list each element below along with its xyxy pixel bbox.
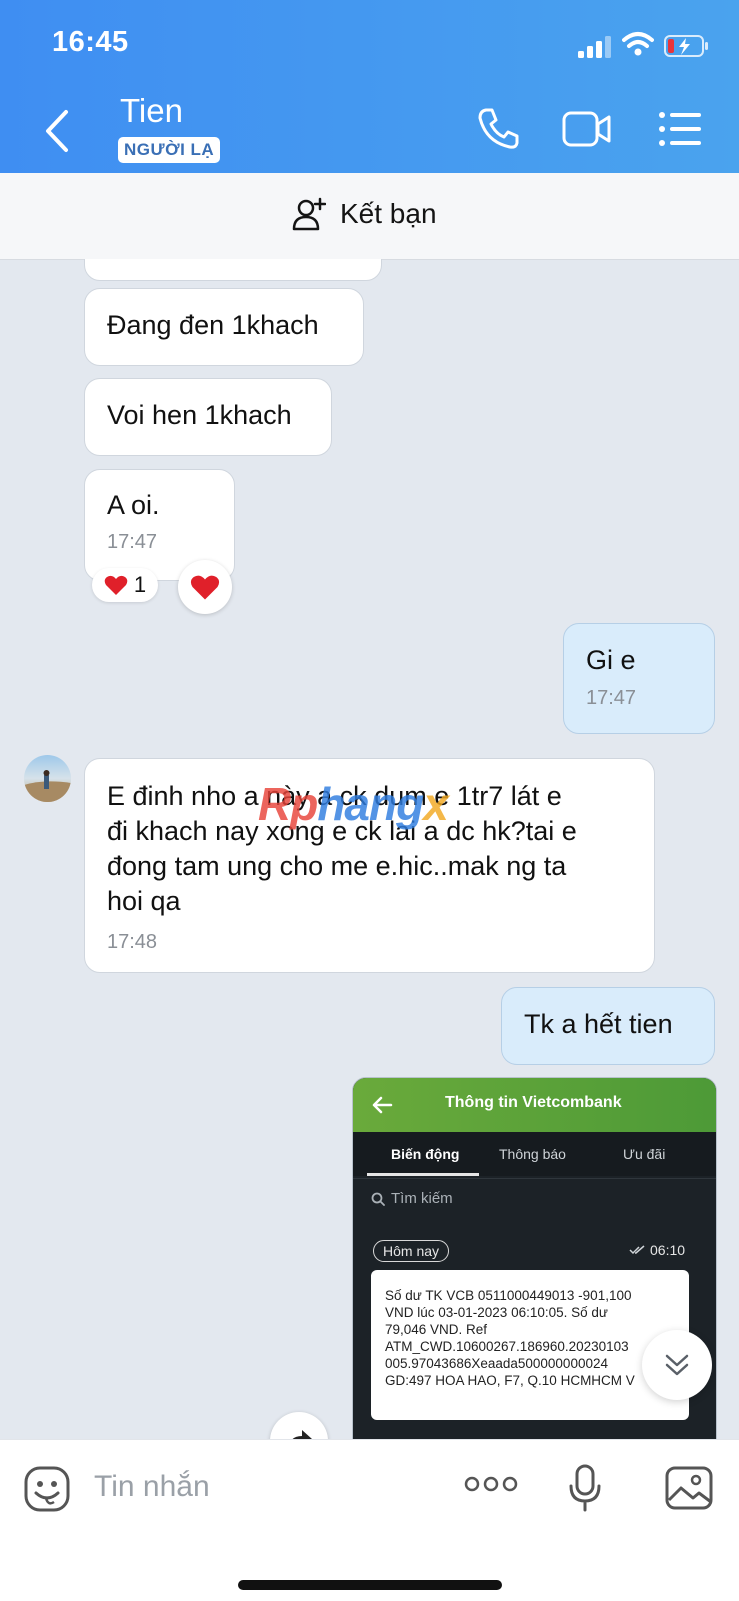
message-text: A oi. (107, 490, 160, 520)
message-time: 17:47 (586, 687, 637, 709)
arrow-left-icon (372, 1096, 393, 1114)
sticker-icon[interactable] (24, 1466, 70, 1512)
message-bubble-partial[interactable] (84, 259, 382, 281)
image-card-line: Số dư TK VCB 0511000449013 -901,100 (385, 1288, 632, 1303)
message-input[interactable]: Tin nhắn (94, 1470, 210, 1504)
signal-icon (578, 36, 611, 58)
watermark: Rphangx (258, 778, 449, 830)
image-notification-card: Số dư TK VCB 0511000449013 -901,100 VND … (371, 1270, 689, 1420)
image-divider (353, 1178, 716, 1179)
scroll-to-bottom-button[interactable] (642, 1330, 712, 1400)
microphone-icon[interactable] (568, 1464, 602, 1512)
message-text-line-4: hoi qa (107, 886, 181, 916)
image-search-text: Tìm kiếm (391, 1190, 453, 1207)
image-app-bar: Thông tin Vietcombank (353, 1078, 716, 1132)
message-bubble[interactable]: Đang đen 1khach (84, 288, 364, 366)
message-text: Đang đen 1khach (107, 310, 319, 340)
message-text: Gi e (586, 645, 636, 675)
contact-name[interactable]: Tien (120, 92, 183, 130)
double-chevron-down-icon (665, 1354, 689, 1376)
image-card-line: ATM_CWD.10600267.186960.20230103 (385, 1339, 629, 1354)
heart-icon (190, 575, 220, 600)
image-time-text: 06:10 (650, 1242, 686, 1258)
more-options-icon[interactable] (464, 1476, 518, 1492)
image-card-line: VND lúc 03-01-2023 06:10:05. Số dư (385, 1305, 608, 1320)
image-search: Tìm kiếm (371, 1190, 453, 1207)
message-text: Tk a hết tien (524, 1009, 673, 1039)
my-message-bubble[interactable]: Gi e 17:47 (563, 623, 715, 734)
message-time: 17:47 (107, 531, 158, 553)
heart-icon (104, 575, 128, 595)
message-time: 17:48 (107, 931, 158, 953)
home-indicator (238, 1580, 502, 1590)
image-tab: Ưu đãi (623, 1146, 666, 1162)
video-call-icon[interactable] (562, 110, 612, 148)
battery-icon (664, 35, 708, 57)
double-check-icon (629, 1245, 645, 1255)
reaction-summary[interactable]: 1 (92, 568, 158, 602)
back-icon[interactable] (40, 108, 74, 154)
message-bubble[interactable]: Voi hen 1khach (84, 378, 332, 456)
image-tab-indicator (367, 1173, 479, 1176)
add-friend-icon (292, 197, 326, 231)
chat-header: 16:45 Tien NGƯỜI LẠ (0, 0, 739, 173)
message-list[interactable]: Đang đen 1khach Voi hen 1khach A oi. 17:… (0, 259, 739, 1439)
message-composer: Tin nhắn (0, 1439, 739, 1601)
image-card-line: 005.97043686Xeaada500000000024 (385, 1356, 608, 1371)
message-text: Voi hen 1khach (107, 400, 292, 430)
add-friend-label: Kết bạn (340, 198, 437, 229)
status-time: 16:45 (52, 26, 129, 58)
image-card-line: 79,046 VND. Ref (385, 1322, 488, 1337)
image-tab: Thông báo (499, 1146, 566, 1162)
avatar[interactable] (24, 755, 71, 802)
message-text-line-3: đong tam ung cho me e.hic..mak ng ta (107, 851, 567, 881)
image-card-line: GD:497 HOA HAO, F7, Q.10 HCMHCM V (385, 1373, 635, 1388)
menu-list-icon[interactable] (658, 111, 702, 147)
image-title: Thông tin Vietcombank (445, 1094, 622, 1111)
image-tabs: Biến động Thông báo Ưu đãi (353, 1132, 716, 1176)
avatar-photo-icon (24, 770, 71, 802)
reaction-count: 1 (133, 572, 147, 597)
image-time: 06:10 (629, 1242, 685, 1258)
search-icon (371, 1192, 385, 1206)
add-friend-bar[interactable]: Kết bạn (0, 173, 739, 260)
image-tab: Biến động (391, 1146, 460, 1162)
stranger-badge: NGƯỜI LẠ (118, 137, 221, 163)
my-message-bubble[interactable]: Tk a hết tien (501, 987, 715, 1065)
image-date-chip: Hôm nay (373, 1240, 450, 1262)
wifi-icon (622, 32, 654, 56)
phone-icon[interactable] (476, 106, 520, 150)
image-picker-icon[interactable] (665, 1466, 713, 1510)
react-button[interactable] (178, 560, 232, 614)
